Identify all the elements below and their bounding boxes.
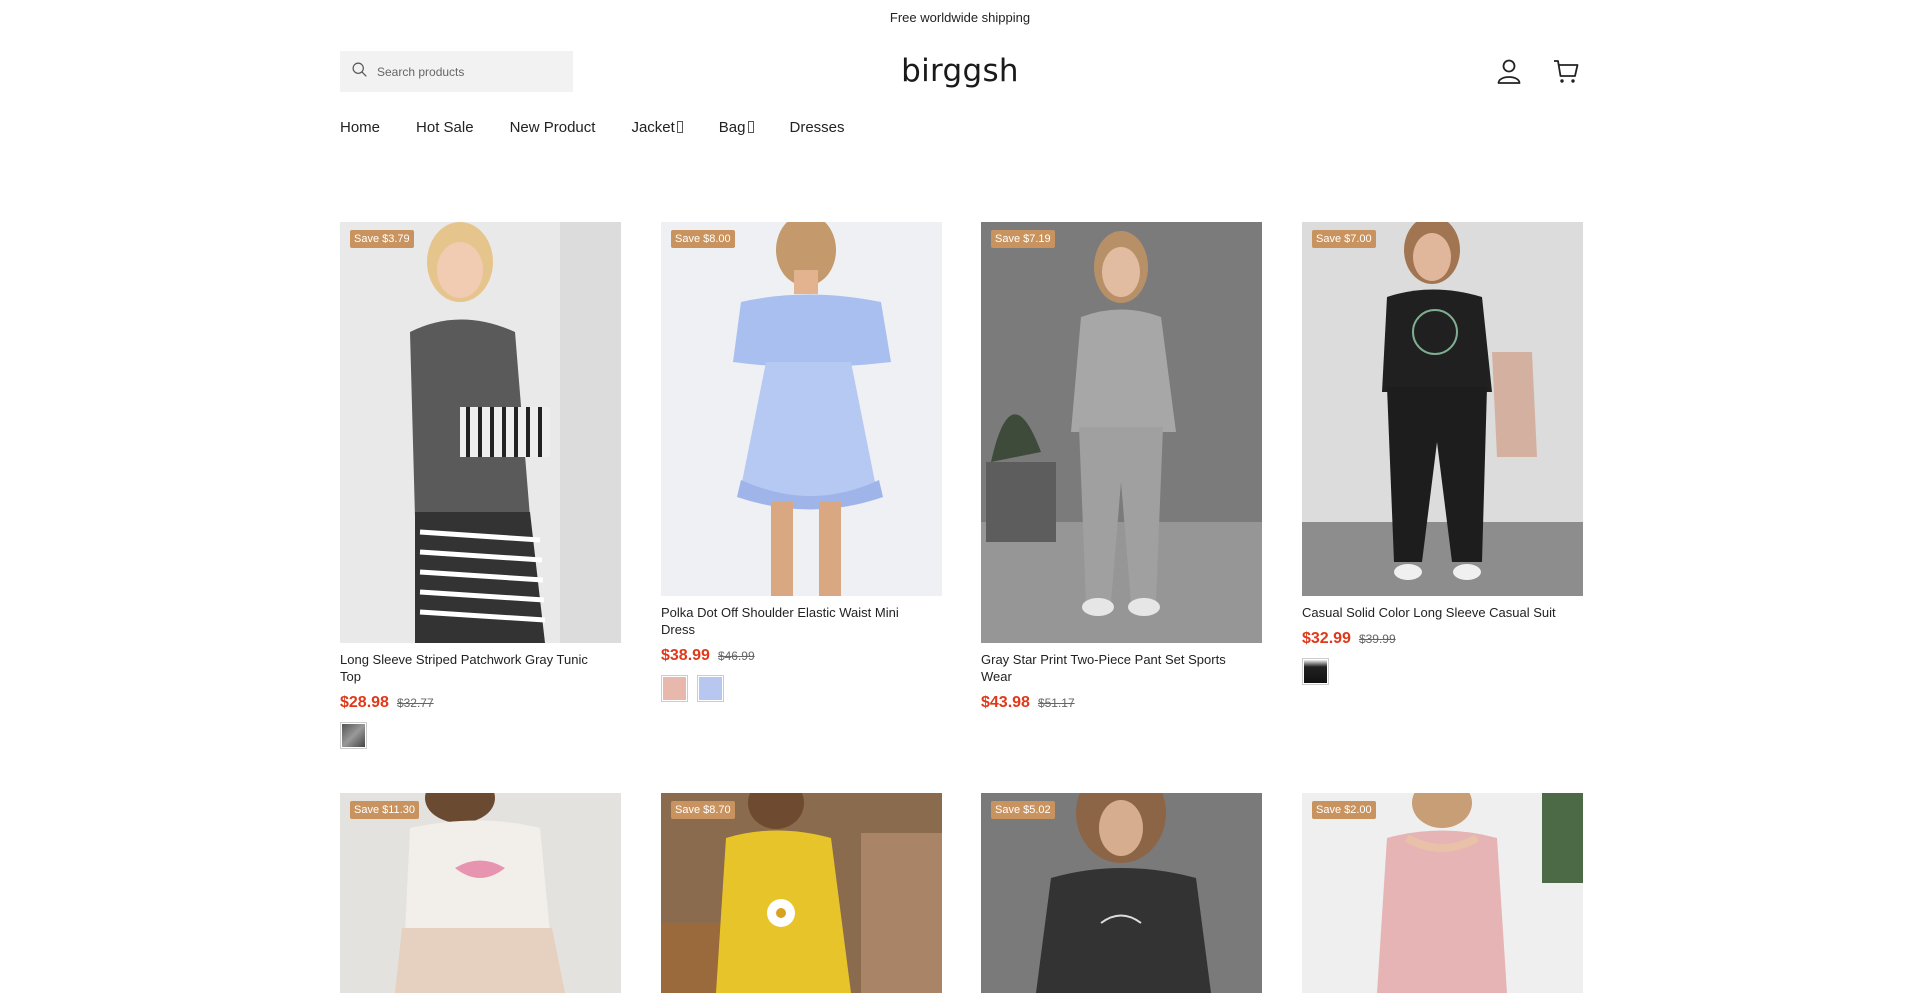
product-card[interactable]: Save $11.30 <box>340 793 621 993</box>
nav-dresses[interactable]: Dresses <box>790 116 845 138</box>
product-image[interactable]: Save $8.00 <box>661 222 942 596</box>
product-card[interactable]: Save $3.79 Long Sleeve Striped Patchwork… <box>340 222 621 749</box>
product-image[interactable]: Save $5.02 <box>981 793 1262 993</box>
product-card[interactable]: Save $7.19 Gray Star Print Two-Piece Pan… <box>981 222 1262 712</box>
color-swatch[interactable] <box>340 722 367 749</box>
price-row: $32.99 $39.99 <box>1302 630 1583 648</box>
save-badge: Save $2.00 <box>1312 801 1376 819</box>
product-card[interactable]: Save $8.00 Polka Dot Off Shoulder Elasti… <box>661 222 942 702</box>
nav-bag[interactable]: Bag <box>719 116 754 138</box>
cart-icon[interactable] <box>1551 56 1581 86</box>
compare-price: $46.99 <box>717 649 755 663</box>
sale-price: $28.98 <box>340 694 389 711</box>
compare-price: $39.99 <box>1358 632 1396 646</box>
dropdown-icon <box>747 121 754 133</box>
sale-price: $43.98 <box>981 694 1030 711</box>
product-card[interactable]: Save $2.00 <box>1302 793 1583 993</box>
price-row: $43.98 $51.17 <box>981 694 1262 712</box>
save-badge: Save $5.02 <box>991 801 1055 819</box>
product-title[interactable]: Gray Star Print Two-Piece Pant Set Sport… <box>981 651 1251 685</box>
color-swatch[interactable] <box>697 675 724 702</box>
product-card[interactable]: Save $5.02 <box>981 793 1262 993</box>
product-title[interactable]: Casual Solid Color Long Sleeve Casual Su… <box>1302 604 1572 621</box>
color-swatches <box>340 722 621 749</box>
product-title[interactable]: Long Sleeve Striped Patchwork Gray Tunic… <box>340 651 610 685</box>
save-badge: Save $7.00 <box>1312 230 1376 248</box>
color-swatches <box>661 675 942 702</box>
sale-price: $32.99 <box>1302 630 1351 647</box>
compare-price: $32.77 <box>396 696 434 710</box>
main-nav: Home Hot Sale New Product Jacket Bag Dre… <box>340 116 881 138</box>
product-image[interactable]: Save $8.70 <box>661 793 942 993</box>
product-image[interactable]: Save $3.79 <box>340 222 621 643</box>
nav-new-product[interactable]: New Product <box>510 116 596 138</box>
site-logo[interactable]: birggsh <box>340 53 1580 89</box>
color-swatch[interactable] <box>1302 658 1329 685</box>
product-card[interactable]: Save $8.70 <box>661 793 942 993</box>
product-image[interactable]: Save $2.00 <box>1302 793 1583 993</box>
nav-jacket[interactable]: Jacket <box>631 116 683 138</box>
save-badge: Save $7.19 <box>991 230 1055 248</box>
save-badge: Save $8.70 <box>671 801 735 819</box>
site-header: birggsh <box>340 51 1580 93</box>
announcement-bar: Free worldwide shipping <box>0 0 1920 34</box>
save-badge: Save $8.00 <box>671 230 735 248</box>
dropdown-icon <box>676 121 683 133</box>
color-swatch[interactable] <box>661 675 688 702</box>
product-image[interactable]: Save $7.00 <box>1302 222 1583 596</box>
color-swatches <box>1302 658 1583 685</box>
save-badge: Save $11.30 <box>350 801 419 819</box>
nav-hot-sale[interactable]: Hot Sale <box>416 116 474 138</box>
save-badge: Save $3.79 <box>350 230 414 248</box>
product-title[interactable]: Polka Dot Off Shoulder Elastic Waist Min… <box>661 604 931 638</box>
sale-price: $38.99 <box>661 647 710 664</box>
product-card[interactable]: Save $7.00 Casual Solid Color Long Sleev… <box>1302 222 1583 685</box>
announcement-text: Free worldwide shipping <box>889 9 1031 25</box>
price-row: $28.98 $32.77 <box>340 694 621 712</box>
nav-home[interactable]: Home <box>340 116 380 138</box>
compare-price: $51.17 <box>1037 696 1075 710</box>
price-row: $38.99 $46.99 <box>661 647 942 665</box>
product-image[interactable]: Save $7.19 <box>981 222 1262 643</box>
user-icon[interactable] <box>1494 56 1524 86</box>
product-image[interactable]: Save $11.30 <box>340 793 621 993</box>
